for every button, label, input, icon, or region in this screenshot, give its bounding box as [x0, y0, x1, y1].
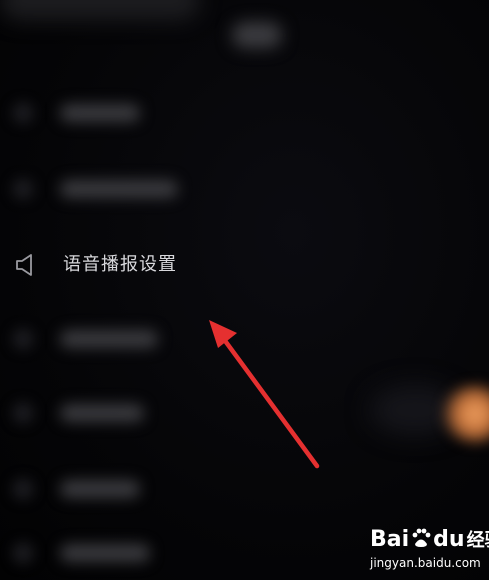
blurred-menu-item[interactable]: [0, 392, 260, 432]
blurred-menu-item[interactable]: [0, 168, 260, 208]
blurred-item-icon: [12, 328, 34, 350]
blurred-header-element: [232, 22, 282, 48]
menu-item-voice-broadcast-settings[interactable]: 语音播报设置: [0, 240, 260, 290]
blurred-item-icon: [12, 178, 34, 200]
blurred-item-icon: [12, 478, 34, 500]
blurred-item-icon: [12, 402, 34, 424]
menu-item-label: 语音播报设置: [63, 254, 177, 275]
watermark-brand-du: du: [433, 527, 465, 552]
blurred-header: [0, 0, 200, 20]
speaker-icon: [16, 254, 32, 276]
blurred-item-label: [60, 404, 144, 422]
watermark-logo: Bai du经验: [370, 526, 489, 554]
blurred-item-label: [60, 480, 140, 498]
blurred-item-label: [60, 544, 150, 562]
baidu-jingyan-watermark: Bai du经验 jingyan.baidu.com: [370, 526, 489, 576]
blurred-item-label: [60, 180, 178, 198]
blurred-menu-item[interactable]: [0, 318, 260, 358]
blurred-item-label: [60, 104, 140, 122]
watermark-url: jingyan.baidu.com: [370, 556, 481, 570]
blurred-menu-item[interactable]: [0, 92, 260, 132]
watermark-brand-jingyan: 经验: [466, 530, 489, 551]
blurred-menu-item[interactable]: [0, 532, 260, 572]
blurred-item-icon: [12, 102, 34, 124]
baidu-paw-icon: [412, 528, 431, 547]
blurred-menu-item[interactable]: [0, 468, 260, 508]
blurred-item-label: [60, 330, 158, 348]
settings-screen: 语音播报设置 Bai du经验 jingy: [0, 0, 489, 580]
blurred-item-icon: [12, 542, 34, 564]
watermark-brand-bai: Bai: [370, 527, 410, 552]
